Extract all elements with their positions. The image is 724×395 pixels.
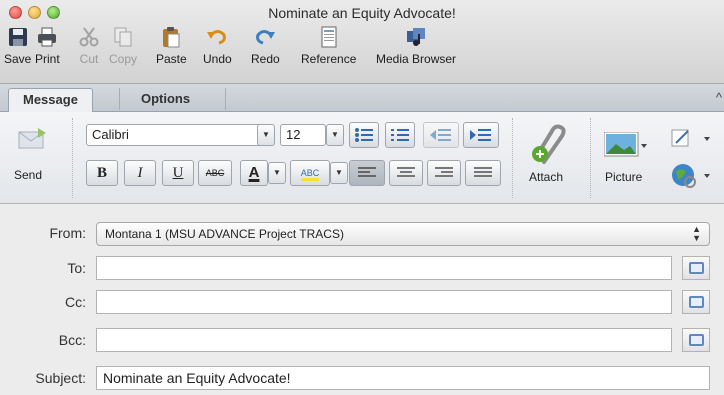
print-button[interactable]: Print: [35, 26, 60, 66]
ribbon-tab-bar: Message Options ^: [0, 84, 724, 112]
copy-button[interactable]: Copy: [109, 26, 137, 66]
ribbon-separator: [72, 118, 73, 198]
redo-button[interactable]: Redo: [251, 26, 280, 66]
align-right-icon: [435, 167, 453, 177]
copy-icon: [112, 26, 134, 48]
printer-icon: [36, 26, 58, 48]
increase-indent-button[interactable]: [463, 122, 499, 148]
to-label: To:: [67, 260, 86, 276]
send-button[interactable]: Send: [10, 124, 54, 188]
select-arrows-icon: ▲ ▼: [692, 224, 701, 243]
cut-button[interactable]: Cut: [78, 26, 100, 66]
numbered-list-button[interactable]: [385, 122, 415, 148]
media-browser-icon: [405, 26, 427, 48]
undo-button[interactable]: Undo: [203, 26, 232, 66]
paste-button[interactable]: Paste: [156, 26, 187, 66]
undo-arrow-icon: [206, 26, 228, 48]
address-book-icon: [689, 334, 704, 346]
send-envelope-icon: [18, 128, 46, 153]
tab-divider: [119, 88, 120, 110]
font-color-dropdown[interactable]: ▼: [268, 162, 286, 184]
bcc-label: Bcc:: [58, 332, 86, 348]
collapse-ribbon-icon[interactable]: ^: [716, 90, 722, 105]
align-right-button[interactable]: [427, 160, 461, 186]
align-left-icon: [358, 167, 376, 177]
reference-book-icon: [318, 26, 340, 48]
title-toolbar-area: Nominate an Equity Advocate! Save Print …: [0, 0, 724, 84]
attach-button[interactable]: Attach: [522, 122, 578, 192]
tab-options[interactable]: Options: [127, 88, 204, 112]
font-name-field[interactable]: Calibri: [86, 124, 262, 146]
justify-icon: [474, 167, 492, 177]
scissors-icon: [78, 26, 100, 48]
bcc-address-book-button[interactable]: [682, 328, 710, 352]
tab-divider: [225, 88, 226, 110]
signature-pen-icon[interactable]: [670, 128, 714, 153]
ribbon-separator: [590, 118, 591, 198]
decrease-indent-icon: [430, 129, 451, 141]
picture-button[interactable]: Picture: [598, 124, 660, 190]
bold-button[interactable]: B: [86, 160, 118, 186]
address-book-icon: [689, 262, 704, 274]
floppy-disk-icon: [7, 26, 29, 48]
from-account-select[interactable]: Montana 1 (MSU ADVANCE Project TRACS) ▲ ▼: [96, 222, 710, 246]
font-size-dropdown[interactable]: ▼: [326, 124, 344, 146]
from-value: Montana 1 (MSU ADVANCE Project TRACS): [105, 227, 344, 241]
tab-message[interactable]: Message: [8, 88, 93, 112]
save-button[interactable]: Save: [4, 26, 31, 66]
highlight-button[interactable]: ABC: [290, 160, 330, 186]
align-center-button[interactable]: [389, 160, 423, 186]
justify-button[interactable]: [465, 160, 501, 186]
cc-label: Cc:: [65, 294, 86, 310]
subject-label: Subject:: [35, 370, 86, 386]
highlight-label: ABC: [300, 168, 320, 181]
highlight-dropdown[interactable]: ▼: [330, 162, 348, 184]
to-address-book-button[interactable]: [682, 256, 710, 280]
cc-address-book-button[interactable]: [682, 290, 710, 314]
address-book-icon: [689, 296, 704, 308]
bulleted-list-button[interactable]: [349, 122, 379, 148]
to-field[interactable]: [96, 256, 672, 280]
decrease-indent-button[interactable]: [423, 122, 459, 148]
picture-icon: [603, 131, 648, 163]
strikethrough-button[interactable]: ABC: [198, 160, 232, 186]
underline-button[interactable]: U: [162, 160, 194, 186]
subject-field[interactable]: Nominate an Equity Advocate!: [96, 366, 710, 390]
paperclip-icon: [530, 124, 570, 171]
message-header: From: Montana 1 (MSU ADVANCE Project TRA…: [0, 204, 724, 395]
ribbon-message: Send Calibri ▼ 12 ▼ B I U ABC A ▼ ABC ▼: [0, 112, 724, 204]
hyperlink-globe-icon[interactable]: [670, 162, 714, 193]
font-name-dropdown[interactable]: ▼: [257, 124, 275, 146]
clipboard-icon: [160, 26, 182, 48]
window-title: Nominate an Equity Advocate!: [268, 5, 456, 21]
media-browser-button[interactable]: Media Browser: [376, 26, 456, 66]
bcc-field[interactable]: [96, 328, 672, 352]
cc-field[interactable]: [96, 290, 672, 314]
increase-indent-icon: [470, 129, 491, 141]
numbered-list-icon: [391, 129, 409, 141]
bulleted-list-icon: [355, 128, 373, 142]
font-color-button[interactable]: A: [240, 160, 268, 186]
ribbon-separator: [512, 118, 513, 198]
reference-button[interactable]: Reference: [301, 26, 356, 66]
font-size-field[interactable]: 12: [280, 124, 326, 146]
align-left-button[interactable]: [349, 160, 385, 186]
from-label: From:: [49, 225, 86, 241]
align-center-icon: [397, 167, 415, 177]
italic-button[interactable]: I: [124, 160, 156, 186]
redo-arrow-icon: [254, 26, 276, 48]
